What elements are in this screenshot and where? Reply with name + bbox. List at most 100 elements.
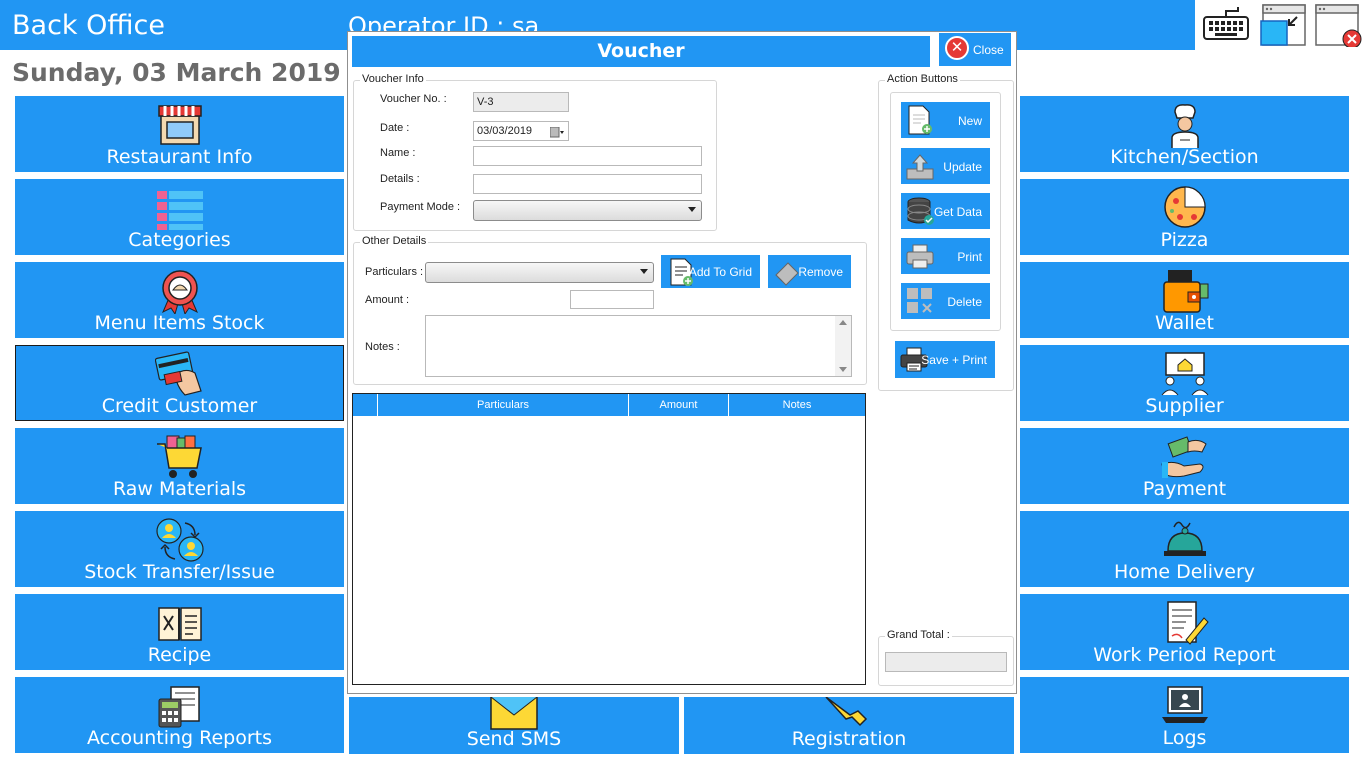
close-icon: ✕ — [945, 36, 969, 60]
column-header-amount[interactable]: Amount — [628, 394, 728, 416]
menu-wallet[interactable]: Wallet — [1020, 262, 1349, 338]
close-button[interactable]: ✕ Close — [939, 33, 1011, 66]
get-data-button[interactable]: Get Data — [901, 193, 990, 229]
menu-accounting-reports[interactable]: Accounting Reports — [15, 677, 344, 753]
voucher-no-label: Voucher No. : — [380, 93, 447, 105]
chevron-down-icon — [640, 269, 648, 274]
remove-label: Remove — [798, 265, 843, 279]
delete-grid-icon — [905, 286, 935, 316]
key-icon — [824, 696, 874, 731]
details-field[interactable] — [473, 174, 702, 194]
date-picker[interactable]: 03/03/2019 — [473, 121, 569, 141]
scroll-up-icon[interactable] — [839, 320, 847, 325]
menu-work-period-report[interactable]: Work Period Report — [1020, 594, 1349, 670]
notes-textarea[interactable] — [425, 315, 852, 377]
menu-stock-transfer[interactable]: Stock Transfer/Issue — [15, 511, 344, 587]
report-icon — [1160, 600, 1210, 646]
date-label: Date : — [380, 122, 410, 134]
menu-label: Restaurant Info — [106, 146, 253, 168]
date-time: Sunday, 03 March 2019 12: — [12, 58, 395, 87]
get-data-label: Get Data — [933, 205, 982, 219]
remove-button[interactable]: Remove — [768, 255, 851, 288]
name-field[interactable] — [473, 146, 702, 166]
menu-label: Supplier — [1145, 395, 1224, 417]
grid-header: Particulars Amount Notes — [353, 394, 865, 416]
payment-mode-select[interactable] — [473, 200, 702, 221]
delete-label: Delete — [947, 295, 982, 309]
payment-mode-label: Payment Mode : — [380, 201, 461, 213]
column-header-particulars[interactable]: Particulars — [377, 394, 628, 416]
print-label: Print — [957, 250, 982, 264]
wallet-icon — [1160, 268, 1210, 314]
shopping-cart-icon — [155, 434, 205, 480]
menu-label: Menu Items Stock — [94, 312, 265, 334]
menu-supplier[interactable]: Supplier — [1020, 345, 1349, 421]
menu-kitchen-section[interactable]: Kitchen/Section — [1020, 96, 1349, 172]
menu-logs[interactable]: Logs — [1020, 677, 1349, 753]
recipe-book-icon — [155, 600, 205, 646]
close-label: Close — [973, 43, 1004, 57]
add-to-grid-button[interactable]: Add To Grid — [661, 255, 760, 288]
menu-payment[interactable]: Payment — [1020, 428, 1349, 504]
menu-label: Pizza — [1160, 229, 1209, 251]
menu-label: Registration — [791, 728, 907, 750]
laptop-icon — [1160, 683, 1210, 729]
transfer-users-icon — [155, 517, 205, 563]
calendar-icon[interactable] — [549, 126, 564, 138]
keyboard-icon[interactable] — [1202, 3, 1250, 47]
particulars-select[interactable] — [425, 262, 654, 283]
minimize-window-icon[interactable] — [1259, 3, 1307, 47]
payment-icon — [1160, 434, 1210, 480]
particulars-label: Particulars : — [365, 266, 424, 278]
save-print-button[interactable]: Save + Print — [895, 341, 995, 378]
menu-items-stock[interactable]: Menu Items Stock — [15, 262, 344, 338]
menu-label: Stock Transfer/Issue — [84, 561, 275, 583]
close-window-icon[interactable] — [1314, 3, 1362, 49]
dialog-title: Voucher — [352, 36, 930, 67]
voucher-grid[interactable]: Particulars Amount Notes — [352, 393, 866, 685]
new-label: New — [957, 114, 982, 128]
menu-label: Wallet — [1155, 312, 1214, 334]
menu-label: Kitchen/Section — [1110, 146, 1259, 168]
menu-restaurant-info[interactable]: Restaurant Info — [15, 96, 344, 172]
delete-button[interactable]: Delete — [901, 283, 990, 319]
name-label: Name : — [380, 147, 416, 159]
menu-label: Recipe — [147, 644, 212, 666]
amount-field[interactable] — [570, 290, 654, 309]
amount-label: Amount : — [365, 294, 410, 306]
grand-total-label: Grand Total : — [885, 629, 952, 641]
accounting-icon — [155, 683, 205, 729]
storefront-icon — [155, 102, 205, 148]
column-header-notes[interactable]: Notes — [728, 394, 865, 416]
delivery-icon — [1160, 517, 1210, 563]
menu-credit-customer[interactable]: Credit Customer — [15, 345, 344, 421]
menu-home-delivery[interactable]: Home Delivery — [1020, 511, 1349, 587]
voucher-no-field[interactable]: V-3 — [473, 92, 569, 112]
menu-label: Categories — [128, 229, 231, 251]
chevron-down-icon — [688, 207, 696, 212]
group-label: Other Details — [360, 235, 429, 247]
menu-label: Raw Materials — [112, 478, 247, 500]
group-label: Action Buttons — [885, 73, 960, 85]
row-header-cell — [353, 394, 377, 416]
menu-registration[interactable]: Registration — [684, 696, 1014, 754]
update-label: Update — [943, 160, 982, 174]
add-to-grid-label: Add To Grid — [688, 265, 752, 279]
list-icon — [155, 185, 205, 231]
group-label: Voucher Info — [360, 73, 426, 85]
print-button[interactable]: Print — [901, 238, 990, 274]
menu-send-sms[interactable]: Send SMS — [349, 696, 679, 754]
menu-raw-materials[interactable]: Raw Materials — [15, 428, 344, 504]
update-button[interactable]: Update — [901, 148, 990, 184]
scroll-down-icon[interactable] — [839, 367, 847, 372]
menu-recipe[interactable]: Recipe — [15, 594, 344, 670]
sms-icon — [489, 696, 539, 731]
upload-tray-icon — [905, 151, 935, 181]
pizza-icon — [1160, 185, 1210, 231]
app-title: Back Office — [12, 10, 165, 41]
new-button[interactable]: New — [901, 102, 990, 138]
menu-label: Logs — [1162, 727, 1207, 749]
menu-pizza[interactable]: Pizza — [1020, 179, 1349, 255]
notes-scrollbar[interactable] — [835, 316, 851, 376]
menu-categories[interactable]: Categories — [15, 179, 344, 255]
